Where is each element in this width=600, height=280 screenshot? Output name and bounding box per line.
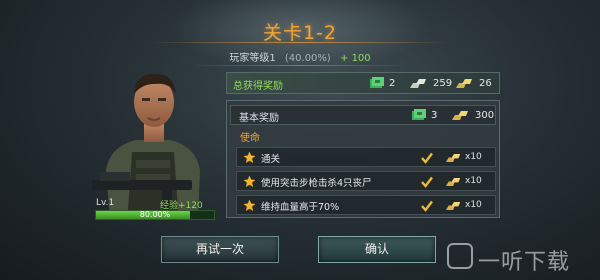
mission-reward: x10: [465, 200, 482, 210]
mission-text: 使用突击步枪击杀4只丧尸: [261, 178, 372, 189]
mission-reward: x10: [465, 176, 482, 186]
gold-bars-icon: [446, 177, 461, 186]
star-icon: [243, 151, 256, 163]
mission-row: 使用突击步枪击杀4只丧尸 x10: [236, 171, 496, 191]
checkmark-icon: [421, 176, 433, 188]
character-level: Lv.1: [96, 198, 115, 208]
level-divider: [190, 65, 410, 66]
checkmark-icon: [421, 200, 433, 212]
character-exp-percent: 80.00%: [139, 210, 171, 219]
mission-row: 通关 x10: [236, 147, 496, 167]
star-icon: [243, 175, 256, 187]
base-reward-label: 基本奖励: [239, 113, 279, 124]
gold-bars-icon: [452, 111, 468, 120]
character-exp-bar: 80.00%: [95, 210, 215, 220]
player-level-percent: (40.00%): [284, 53, 331, 64]
total-reward-label: 总获得奖励: [233, 81, 283, 92]
stage-title: 关卡1-2: [262, 22, 338, 44]
gold-bars-icon: [456, 79, 472, 88]
watermark-logo: [447, 243, 473, 269]
player-exp-gain: + 100: [340, 53, 371, 64]
cash-stack-icon: [412, 109, 426, 120]
title-divider: [150, 42, 450, 43]
mission-text: 维持血量高于70%: [261, 202, 340, 213]
star-icon: [243, 199, 256, 211]
mission-row: 维持血量高于70% x10: [236, 195, 496, 215]
total-reward-cash: 2: [370, 77, 395, 89]
player-level-label: 玩家等级1: [229, 53, 276, 64]
mission-text: 通关: [261, 154, 281, 165]
total-reward-gold: 26: [456, 77, 492, 89]
base-reward-gold: 300: [452, 109, 494, 121]
gold-bars-icon: [446, 153, 461, 162]
soldier-portrait: [92, 73, 200, 220]
player-level-line: 玩家等级1 (40.00%) + 100: [0, 49, 600, 64]
confirm-button[interactable]: 确认: [318, 236, 436, 263]
silver-bars-icon: [410, 79, 426, 88]
retry-button[interactable]: 再试一次: [161, 236, 279, 263]
cash-stack-icon: [370, 77, 384, 88]
total-reward-silver: 259: [410, 77, 452, 89]
mission-reward: x10: [465, 152, 482, 162]
gold-bars-icon: [446, 201, 461, 210]
mission-label: 使命: [240, 133, 260, 144]
checkmark-icon: [421, 152, 433, 164]
watermark: 一听下载: [478, 250, 571, 275]
base-reward-cash: 3: [412, 109, 437, 121]
